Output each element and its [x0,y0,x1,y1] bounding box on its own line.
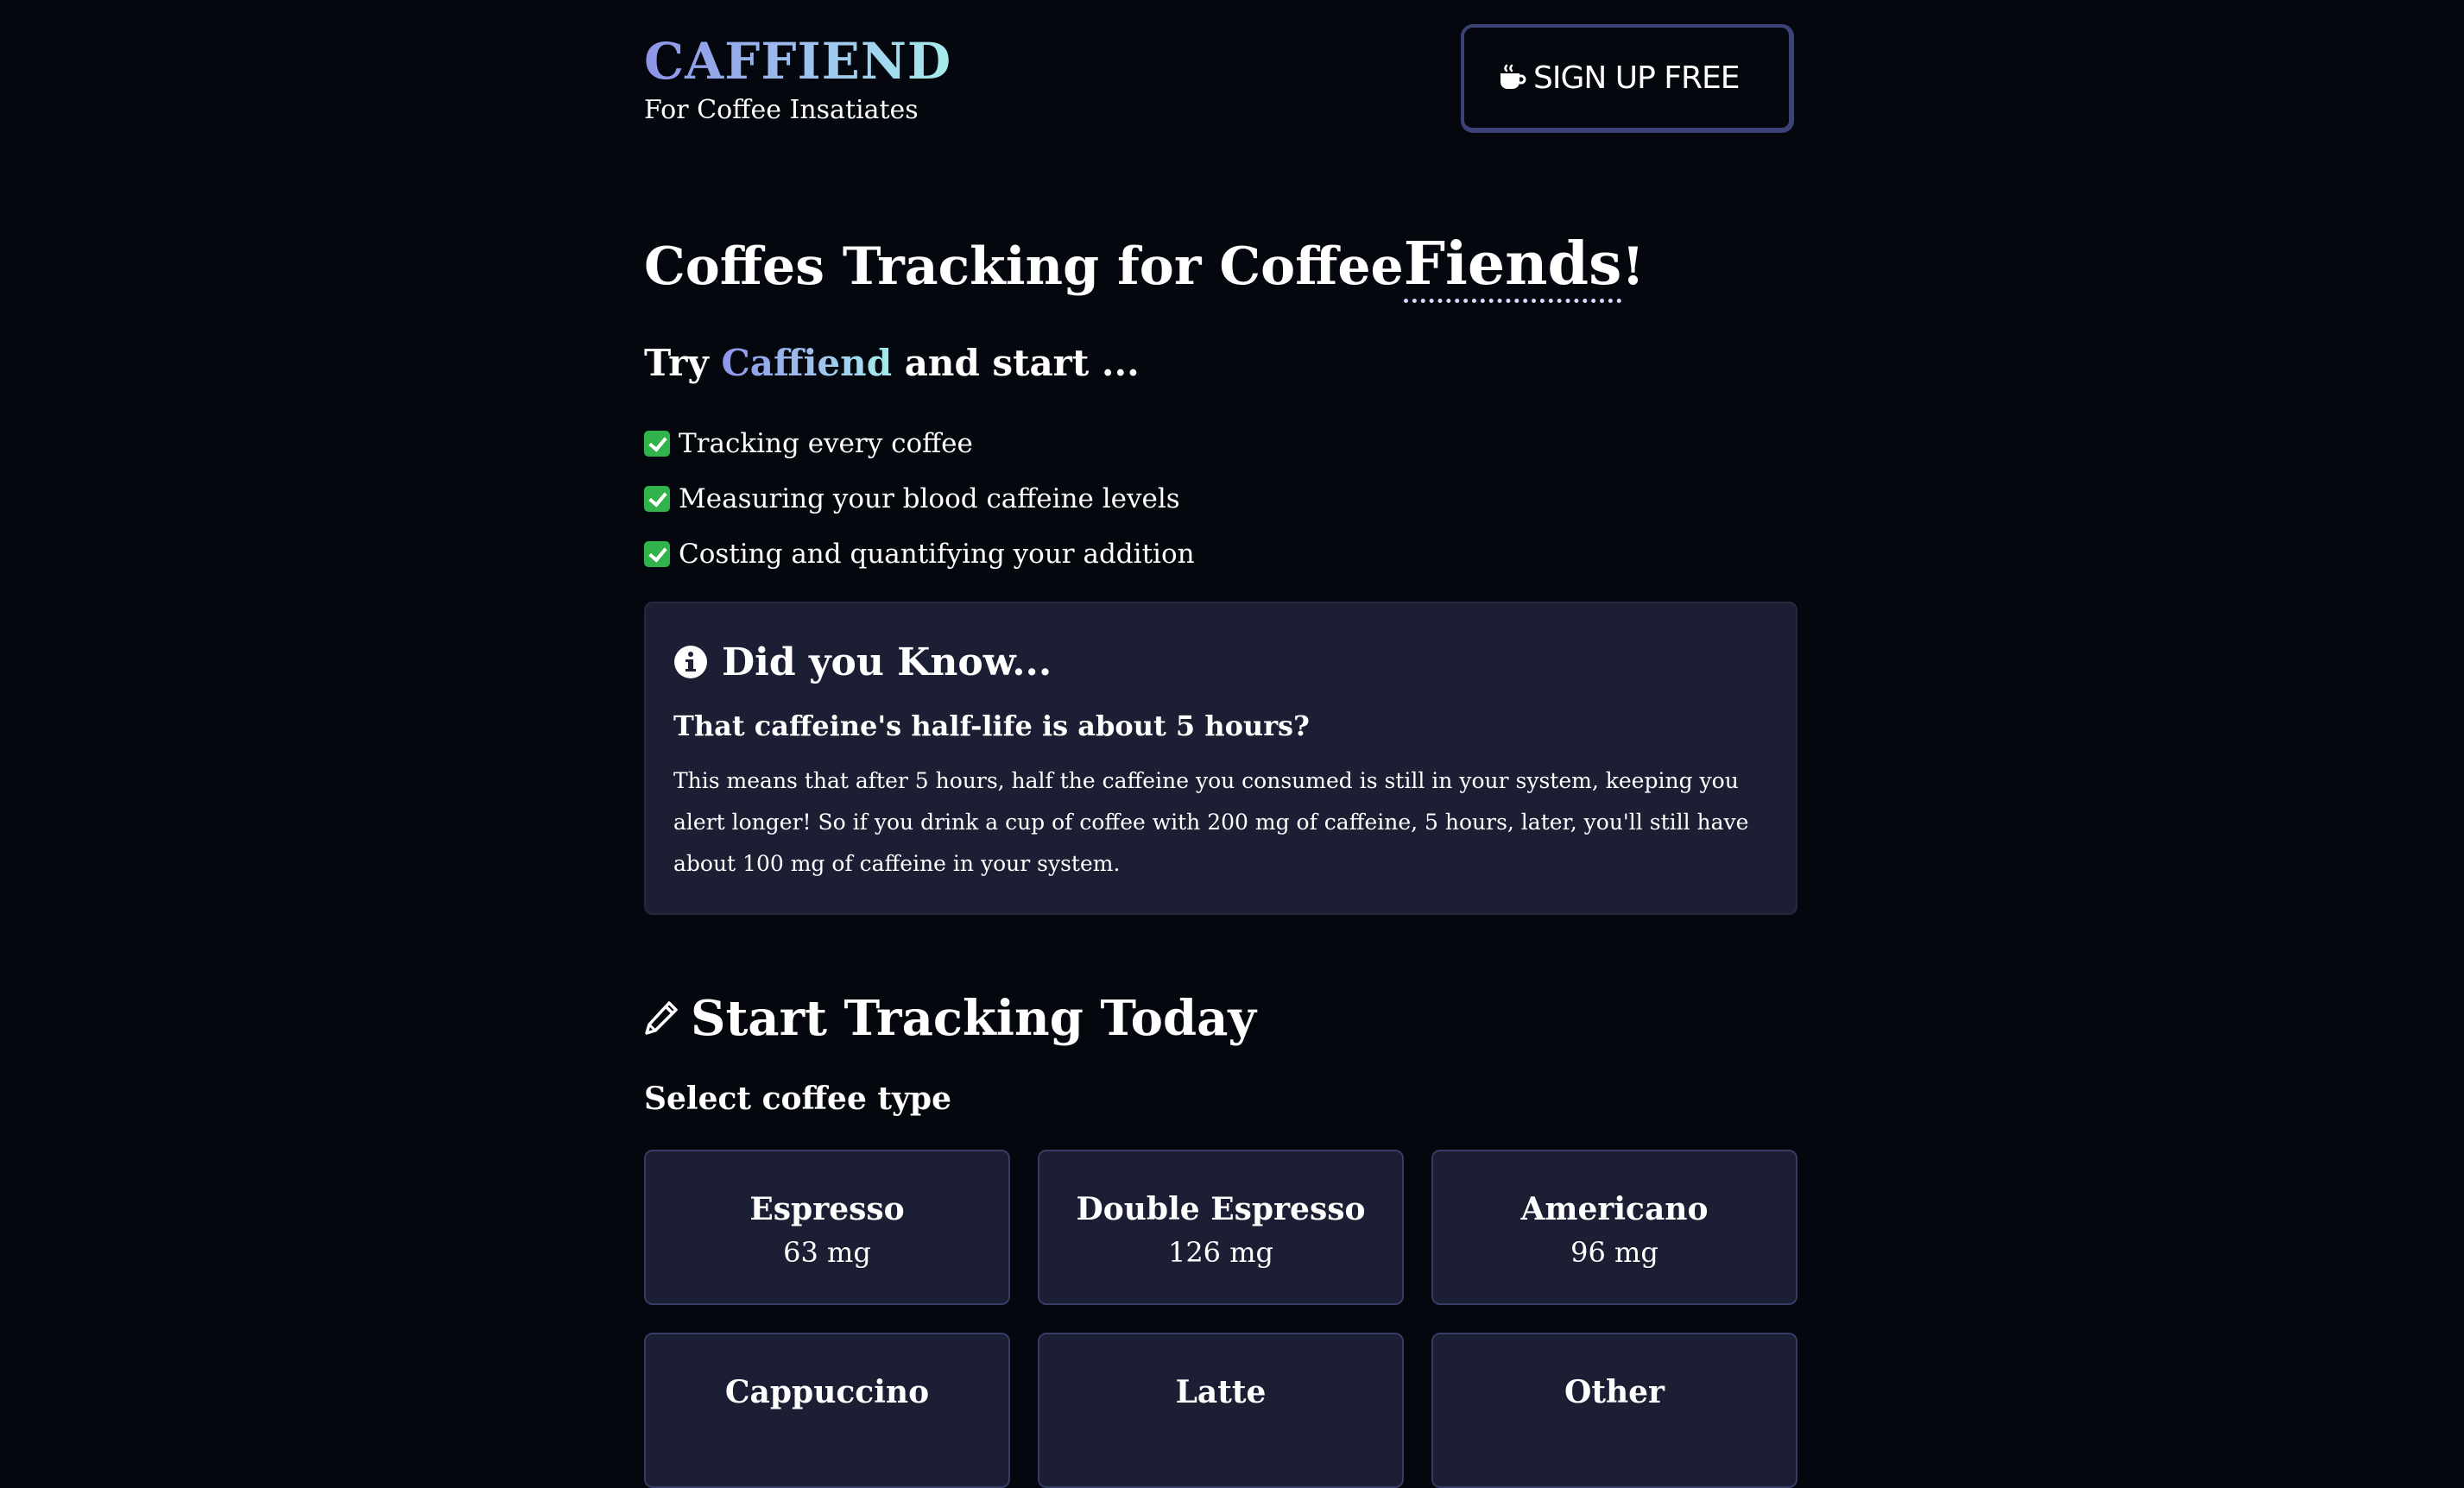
coffee-option-americano[interactable]: Americano 96 mg [1431,1150,1797,1305]
tracking-header: Start Tracking Today [644,986,1256,1051]
feature-text: Costing and quantifying your addition [679,539,1195,570]
feature-item: Tracking every coffee [644,416,1195,471]
coffee-option-latte[interactable]: Latte [1038,1333,1404,1488]
site-header: CAFFIEND For Coffee Insatiates SIGN UP F… [644,0,1797,173]
tracking-title: Start Tracking Today [691,990,1256,1047]
feature-list: Tracking every coffee Measuring your blo… [644,416,1195,582]
brand-logo[interactable]: CAFFIEND [644,31,951,91]
subtitle-suffix: and start ... [904,342,1140,384]
subtitle-brand: Caffiend [721,342,893,384]
coffee-option-other[interactable]: Other [1431,1333,1797,1488]
brand-tagline: For Coffee Insatiates [644,95,919,125]
feature-item: Measuring your blood caffeine levels [644,471,1195,526]
coffee-option-name: Other [1564,1374,1665,1410]
coffee-option-name: Americano [1520,1191,1709,1227]
coffee-cup-icon [1501,64,1526,89]
sign-up-label: SIGN UP FREE [1533,60,1740,96]
did-you-know-panel: Did you Know... That caffeine's half-lif… [644,602,1797,915]
coffee-option-espresso[interactable]: Espresso 63 mg [644,1150,1010,1305]
check-mark-icon [644,541,670,567]
pencil-icon [645,1001,678,1035]
did-you-know-header: Did you Know... [673,638,1768,686]
coffee-option-caffeine: 126 mg [1167,1236,1274,1269]
hero-subtitle: Try Caffiend and start ... [644,335,1140,392]
coffee-option-name: Cappuccino [724,1374,930,1410]
coffee-option-name: Espresso [749,1191,905,1227]
hero-title-emphasis: Fiends [1403,230,1622,303]
sign-up-button[interactable]: SIGN UP FREE [1461,24,1794,133]
coffee-type-label: Select coffee type [644,1081,952,1117]
coffee-option-double-espresso[interactable]: Double Espresso 126 mg [1038,1150,1404,1305]
did-you-know-title: Did you Know... [722,640,1052,684]
feature-text: Tracking every coffee [679,428,973,459]
did-you-know-question: That caffeine's half-life is about 5 hou… [673,709,1310,742]
hero-title-prefix: Coffes Tracking for Coffee [644,236,1404,297]
info-icon [674,646,707,678]
coffee-type-grid: Espresso 63 mg Double Espresso 126 mg Am… [644,1150,1797,1488]
coffee-option-name: Double Espresso [1076,1191,1366,1227]
coffee-option-caffeine: 63 mg [783,1236,871,1269]
did-you-know-body: This means that after 5 hours, half the … [673,768,1749,876]
coffee-option-cappuccino[interactable]: Cappuccino [644,1333,1010,1488]
hero-title: Coffes Tracking for CoffeeFiends! [644,228,1645,303]
page: CAFFIEND For Coffee Insatiates SIGN UP F… [644,0,1797,1488]
feature-item: Costing and quantifying your addition [644,526,1195,582]
check-mark-icon [644,431,670,457]
subtitle-prefix: Try [644,342,709,384]
feature-text: Measuring your blood caffeine levels [679,483,1180,514]
hero-title-suffix: ! [1621,236,1645,297]
check-mark-icon [644,486,670,512]
coffee-option-caffeine: 96 mg [1570,1236,1658,1269]
coffee-option-name: Latte [1175,1374,1267,1410]
